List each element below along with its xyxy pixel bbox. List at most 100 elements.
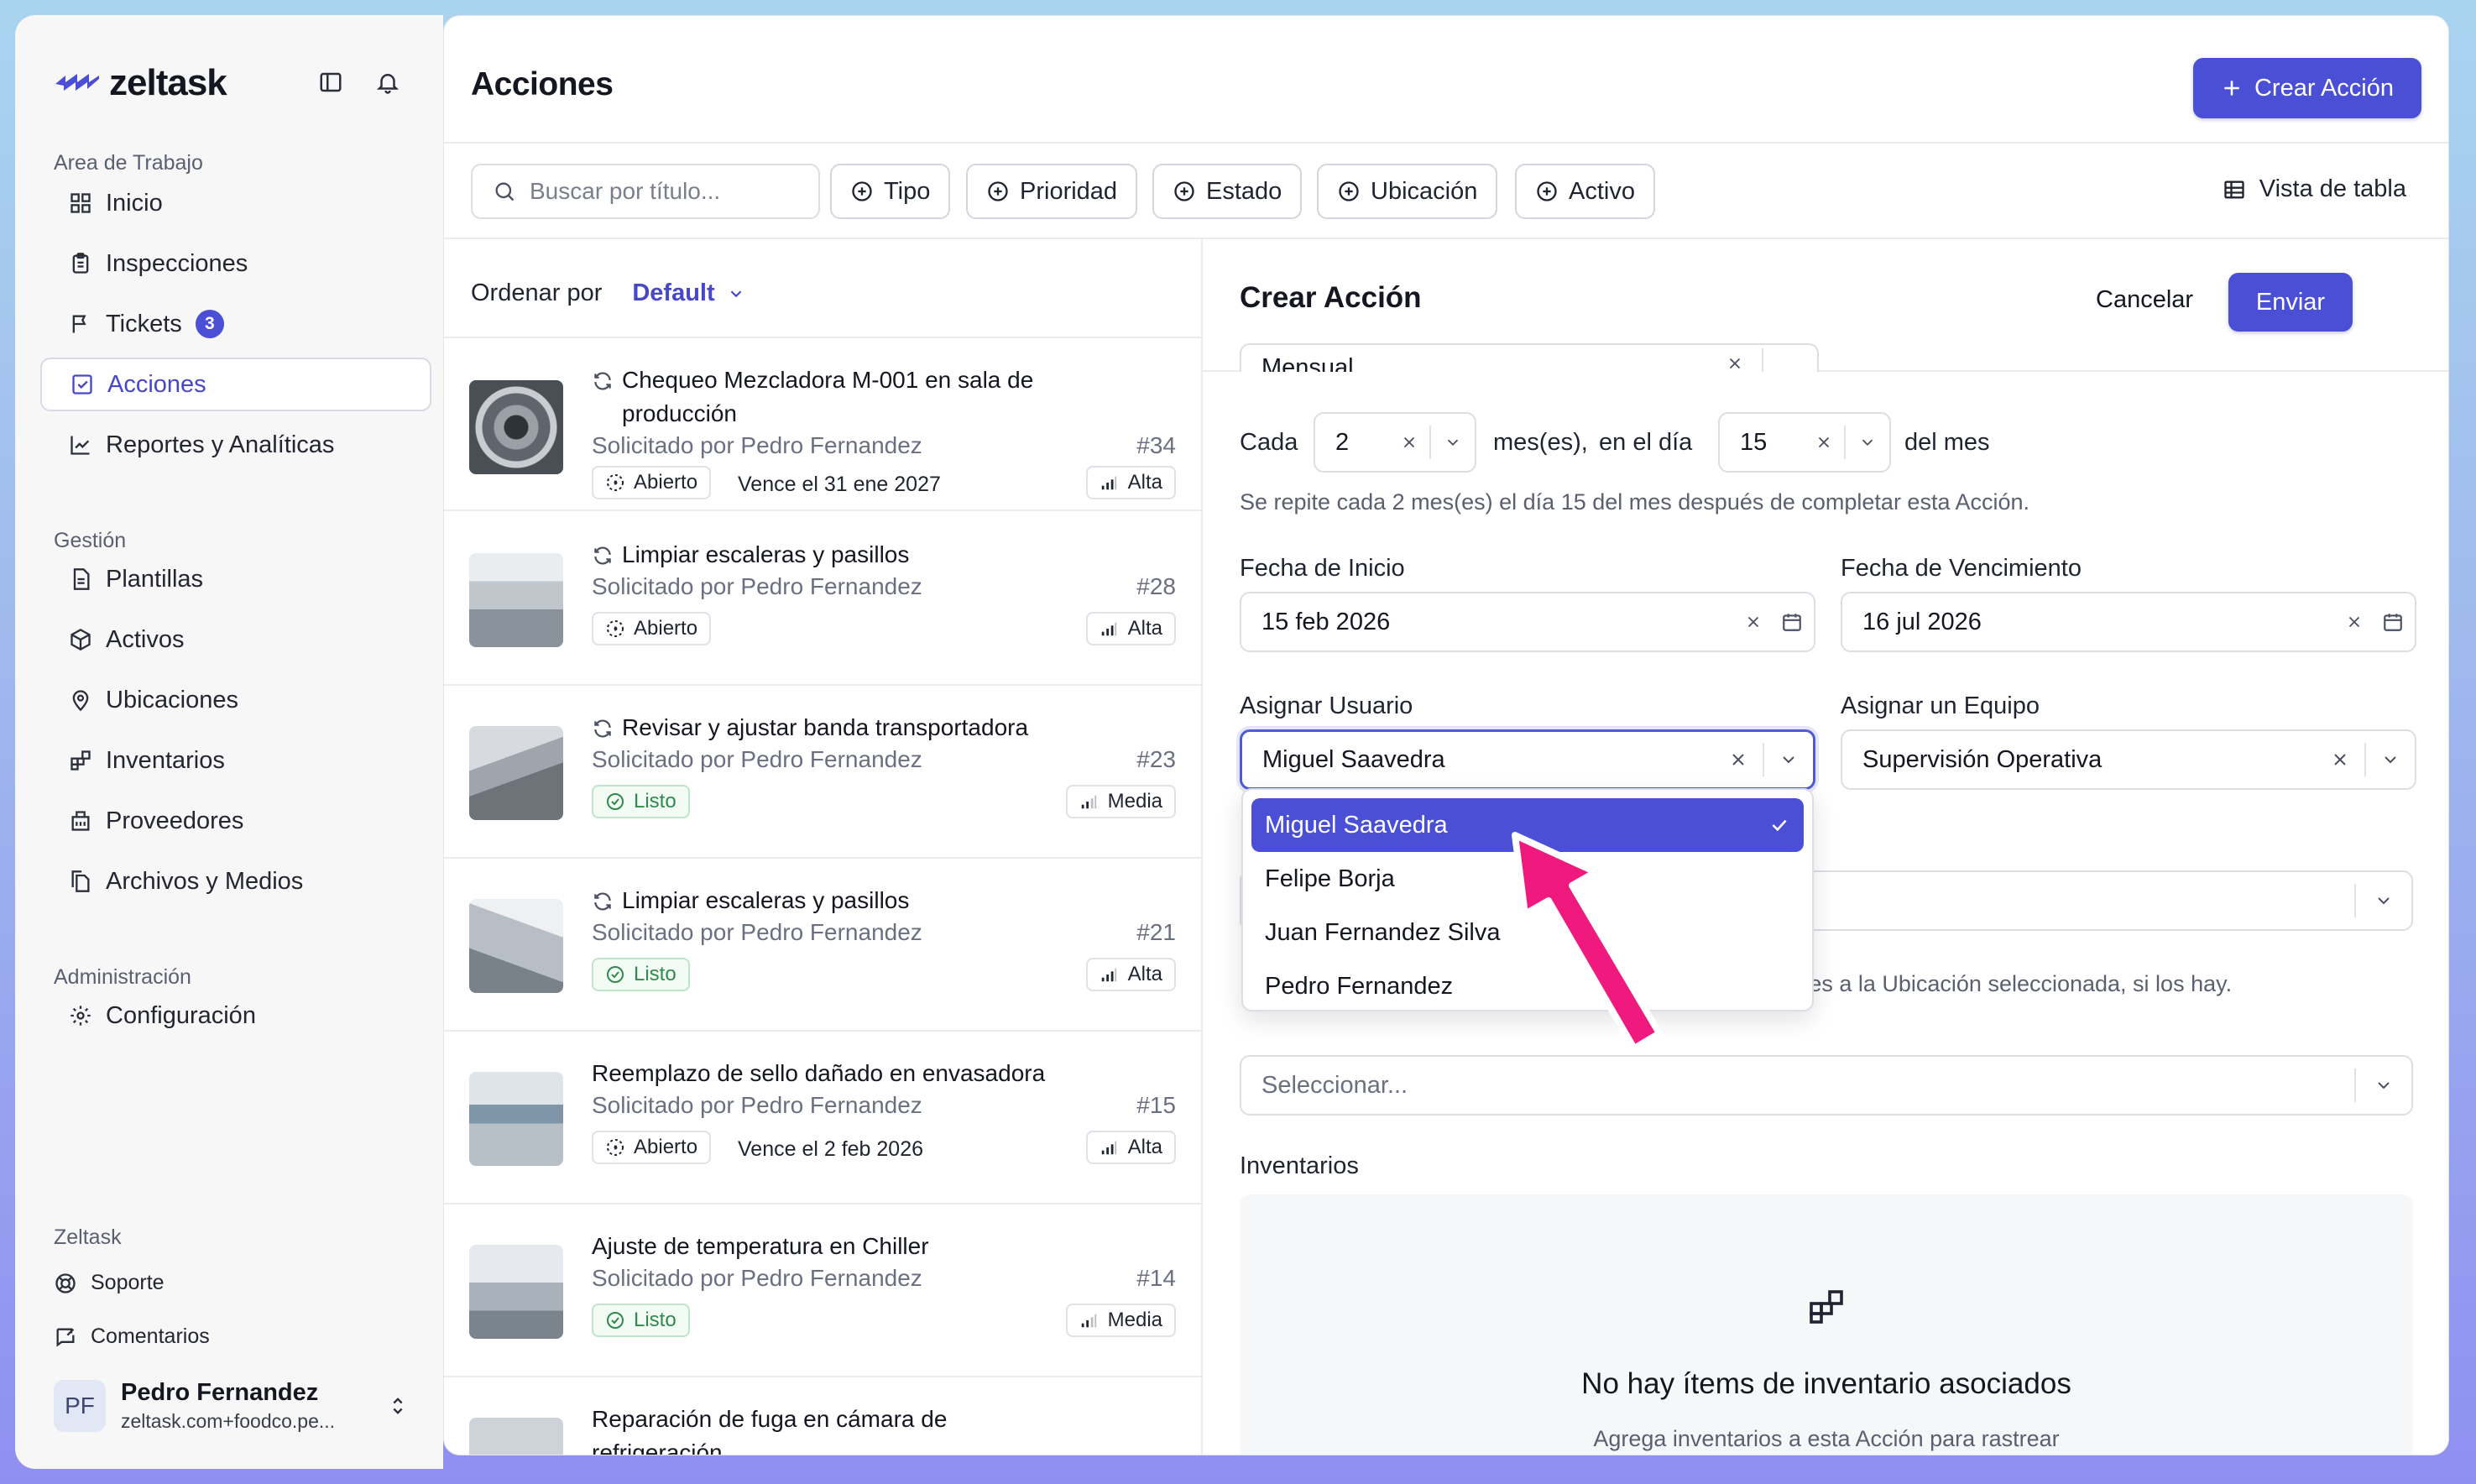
chevron-down-icon[interactable]: [2366, 731, 2415, 788]
brand-logo[interactable]: zeltask: [54, 62, 227, 104]
table-view-label: Vista de tabla: [2259, 175, 2406, 202]
assign-team-select[interactable]: Supervisión Operativa: [1841, 729, 2416, 790]
clear-icon[interactable]: [2338, 593, 2371, 651]
sidebar-item-soporte[interactable]: Soporte: [54, 1271, 165, 1295]
clear-icon[interactable]: [2316, 731, 2364, 788]
user-menu[interactable]: PF Pedro Fernandez zeltask.com+foodco.pe…: [40, 1368, 431, 1444]
asset-select[interactable]: Seleccionar...: [1240, 1055, 2413, 1116]
chevron-down-icon[interactable]: [2356, 872, 2411, 929]
sidebar-item-label: Comentarios: [91, 1325, 210, 1348]
item-number: #15: [1136, 1092, 1176, 1118]
blocks-icon: [71, 750, 91, 771]
list-item[interactable]: Reemplazo de sello dañado en envasadora …: [444, 1032, 1201, 1204]
sidebar-item-label: Tickets: [106, 310, 182, 337]
sort-dropdown[interactable]: Default: [632, 280, 744, 307]
list-item[interactable]: Ajuste de temperatura en Chiller Solicit…: [444, 1204, 1201, 1377]
list-item[interactable]: Limpiar escaleras y pasillos Solicitado …: [444, 513, 1201, 686]
item-title-text: Limpiar escaleras y pasillos: [622, 541, 910, 567]
status-badge: Listo: [592, 958, 690, 991]
item-number: #28: [1136, 573, 1176, 599]
table-view-toggle[interactable]: Vista de tabla: [2223, 175, 2406, 203]
sidebar-item-tickets[interactable]: Tickets 3: [40, 297, 431, 351]
section-label-admin: Administración: [54, 965, 191, 989]
sidebar-item-archivos[interactable]: Archivos y Medios: [40, 854, 431, 908]
sidebar-item-activos[interactable]: Activos: [40, 613, 431, 666]
create-action-label: Crear Acción: [2254, 74, 2394, 102]
grid-icon: [71, 193, 91, 213]
sidebar-item-proveedores[interactable]: Proveedores: [40, 794, 431, 848]
assign-user-select[interactable]: Miguel Saavedra: [1240, 729, 1815, 790]
list-item[interactable]: Reparación de fuga en cámara de refriger…: [444, 1377, 1201, 1455]
calendar-icon[interactable]: [2371, 593, 2415, 651]
clear-icon[interactable]: [1737, 593, 1770, 651]
status-badge: Abierto: [592, 612, 712, 645]
sidebar-item-acciones[interactable]: Acciones: [40, 358, 431, 411]
chevron-down-icon[interactable]: [1764, 732, 1813, 787]
sidebar-item-inspecciones[interactable]: Inspecciones: [40, 237, 431, 290]
filter-label: Activo: [1569, 177, 1635, 205]
status-text: Listo: [634, 1309, 676, 1331]
sidebar-item-reportes[interactable]: Reportes y Analíticas: [40, 418, 431, 472]
table-icon: [2224, 180, 2244, 198]
chevron-down-icon[interactable]: [1846, 414, 1889, 471]
item-due-date: Vence el 31 ene 2027: [738, 473, 941, 496]
day-select[interactable]: 15: [1718, 412, 1891, 473]
filter-estado[interactable]: Estado: [1152, 164, 1303, 219]
item-title: Revisar y ajustar banda transportadora: [592, 711, 1079, 745]
sidebar-item-configuracion[interactable]: Configuración: [40, 989, 431, 1042]
sort-control[interactable]: Ordenar por Default: [471, 280, 745, 307]
bell-icon[interactable]: [373, 67, 403, 97]
building-icon: [71, 811, 90, 831]
interval-select[interactable]: 2: [1314, 412, 1476, 473]
create-action-button[interactable]: Crear Acción: [2193, 58, 2421, 118]
filter-ubicacion[interactable]: Ubicación: [1317, 164, 1498, 219]
due-date-input[interactable]: 16 jul 2026: [1841, 592, 2416, 652]
list-item[interactable]: Chequeo Mezcladora M-001 en sala de prod…: [444, 338, 1201, 511]
item-title: Ajuste de temperatura en Chiller: [592, 1230, 1079, 1263]
item-title-text: Ajuste de temperatura en Chiller: [592, 1233, 929, 1259]
item-thumbnail: [469, 380, 563, 474]
chevron-down-icon[interactable]: [2356, 1057, 2411, 1114]
due-date-value: 16 jul 2026: [1862, 608, 1982, 635]
signal-bars-icon: [1101, 622, 1116, 636]
item-number: #14: [1136, 1265, 1176, 1291]
plus-icon: [2224, 81, 2239, 96]
status-badge: Abierto: [592, 466, 712, 499]
pin-icon: [72, 690, 89, 712]
search-input[interactable]: Buscar por título...: [471, 164, 820, 219]
sidebar-item-plantillas[interactable]: Plantillas: [40, 552, 431, 606]
assign-user-label: Asignar Usuario: [1240, 692, 1413, 719]
inventory-empty-subtitle: Agrega inventarios a esta Acción para ra…: [1593, 1426, 2060, 1451]
sidebar-item-ubicaciones[interactable]: Ubicaciones: [40, 673, 431, 727]
gear-icon: [71, 1006, 91, 1026]
comment-icon: [56, 1328, 75, 1347]
sidebar-item-label: Inicio: [106, 189, 163, 217]
blocks-icon: [1810, 1290, 1843, 1324]
calendar-icon[interactable]: [1770, 593, 1814, 651]
sidebar-item-label: Proveedores: [106, 807, 244, 834]
clear-icon[interactable]: [1714, 732, 1763, 787]
check-square-icon: [72, 374, 92, 395]
submit-button[interactable]: Enviar: [2228, 273, 2353, 332]
recurring-icon: [594, 719, 611, 738]
clear-icon[interactable]: [1389, 414, 1429, 471]
clear-icon[interactable]: [1804, 414, 1844, 471]
priority-badge: Media: [1065, 1304, 1176, 1337]
sidebar-item-inventarios[interactable]: Inventarios: [40, 734, 431, 787]
signal-bars-icon: [1101, 1141, 1116, 1155]
filter-tipo[interactable]: Tipo: [830, 164, 951, 219]
filter-activo[interactable]: Activo: [1515, 164, 1655, 219]
submit-label: Enviar: [2255, 288, 2326, 316]
list-item[interactable]: Revisar y ajustar banda transportadora S…: [444, 686, 1201, 859]
chevron-down-icon[interactable]: [1431, 414, 1475, 471]
open-circle-icon: [607, 620, 624, 637]
priority-text: Media: [1107, 790, 1162, 813]
sidebar-item-inicio[interactable]: Inicio: [40, 176, 431, 230]
list-item[interactable]: Limpiar escaleras y pasillos Solicitado …: [444, 859, 1201, 1032]
user-name: Pedro Fernandez: [121, 1379, 319, 1406]
filter-prioridad[interactable]: Prioridad: [966, 164, 1138, 219]
cancel-button[interactable]: Cancelar: [2096, 286, 2193, 314]
toggle-sidebar-icon[interactable]: [316, 67, 346, 97]
start-date-input[interactable]: 15 feb 2026: [1240, 592, 1815, 652]
sidebar-item-comentarios[interactable]: Comentarios: [54, 1325, 210, 1349]
